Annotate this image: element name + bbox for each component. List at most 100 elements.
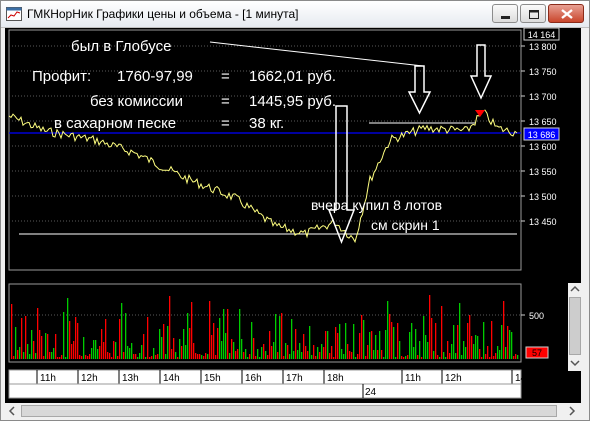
volume-bar	[25, 316, 27, 359]
volume-bar	[487, 346, 489, 359]
scroll-thumb[interactable]	[21, 405, 557, 417]
volume-bar	[359, 333, 361, 359]
volume-bar	[467, 323, 469, 359]
price-axis-label: 13 650	[529, 117, 557, 127]
volume-bar	[43, 356, 45, 359]
volume-panel-frame	[8, 283, 522, 363]
volume-bar	[141, 345, 143, 359]
volume-bar	[171, 349, 173, 359]
volume-bar	[481, 357, 483, 359]
maximize-icon	[529, 10, 539, 19]
volume-bar	[131, 343, 133, 359]
volume-bar	[491, 321, 493, 359]
chart-area[interactable]: 13 800 13 750 13 700 13 650 13 600 13 550 13 5…	[5, 27, 581, 403]
annotation-bought: вчера купил 8 лотов	[311, 197, 442, 213]
close-button[interactable]	[548, 4, 584, 23]
volume-bar	[163, 324, 165, 359]
volume-bar	[299, 343, 301, 359]
volume-bar	[367, 345, 369, 359]
volume-vertical-scrollbar[interactable]	[568, 283, 582, 371]
volume-bar	[273, 342, 275, 359]
volume-bar	[337, 333, 339, 359]
chart-canvas: 13 800 13 750 13 700 13 650 13 600 13 550 13 5…	[8, 27, 560, 399]
volume-bar	[267, 355, 269, 359]
equals-sign: =	[221, 68, 230, 85]
volume-bar	[197, 354, 199, 359]
volume-bar	[391, 322, 393, 359]
volume-bar	[327, 331, 329, 359]
annotation-screenshot-ref: см скрин 1	[371, 217, 440, 233]
volume-bar	[175, 352, 177, 359]
scroll-down-icon[interactable]	[568, 357, 582, 369]
price-axis-label: 13 700	[529, 92, 557, 102]
volume-bar	[435, 323, 437, 359]
scroll-right-icon[interactable]	[565, 404, 579, 418]
volume-bar	[149, 357, 151, 359]
profit-value: 1662,01 руб.	[249, 68, 336, 85]
volume-bar	[355, 357, 357, 359]
volume-bar	[397, 323, 399, 359]
volume-bar	[511, 332, 513, 359]
maximize-button[interactable]	[520, 4, 546, 23]
volume-bar	[167, 326, 169, 359]
volume-bar	[449, 353, 451, 359]
volume-bar	[65, 357, 67, 359]
window-title: ГМКНорНик Графики цены и объема - [1 мин…	[27, 7, 299, 21]
volume-bar	[91, 348, 93, 359]
volume-bar	[101, 329, 103, 359]
sugar-label: в сахарном песке	[54, 115, 176, 132]
volume-bar	[47, 334, 49, 359]
title-bar[interactable]: ГМКНорНик Графики цены и объема - [1 мин…	[1, 1, 589, 28]
minimize-button[interactable]	[492, 4, 518, 23]
volume-bar	[309, 326, 311, 359]
volume-bar	[445, 357, 447, 359]
volume-bar	[287, 345, 289, 359]
volume-bar	[177, 357, 179, 359]
price-axis-label: 13 750	[529, 67, 557, 77]
volume-bar	[55, 334, 57, 359]
volume-bar	[289, 354, 291, 359]
price-axis-label: 13 450	[529, 217, 557, 227]
volume-bar	[223, 309, 225, 359]
volume-bar	[187, 313, 189, 359]
day-label: 24	[365, 387, 377, 398]
volume-bar	[239, 309, 241, 359]
volume-bar	[93, 340, 95, 359]
volume-bar	[49, 352, 51, 359]
time-axis-label: 13h	[122, 373, 139, 384]
volume-bar	[275, 314, 277, 359]
volume-bar	[97, 349, 99, 359]
last-price-label: 13 686	[528, 130, 556, 140]
volume-bar	[257, 349, 259, 359]
volume-bar	[321, 344, 323, 359]
volume-bar	[165, 354, 167, 359]
volume-bar	[461, 355, 463, 359]
volume-bar	[357, 354, 359, 359]
scroll-up-icon[interactable]	[568, 283, 582, 295]
volume-bar	[73, 341, 75, 359]
scroll-thumb[interactable]	[569, 297, 581, 355]
volume-bar	[363, 320, 365, 359]
scroll-left-icon[interactable]	[5, 404, 19, 418]
volume-bar	[133, 354, 135, 359]
volume-bar	[351, 352, 353, 359]
volume-bar	[77, 323, 79, 359]
volume-bar	[71, 344, 73, 359]
volume-bar	[39, 330, 41, 359]
volume-bar	[235, 351, 237, 359]
volume-bar	[85, 355, 87, 359]
volume-bar	[325, 331, 327, 359]
volume-bar	[217, 328, 219, 359]
volume-bar	[103, 342, 105, 359]
volume-bar	[29, 354, 31, 359]
horizontal-scrollbar[interactable]	[5, 404, 581, 418]
volume-bar	[41, 336, 43, 359]
volume-bar	[375, 335, 377, 359]
volume-bar	[429, 295, 431, 359]
volume-bar	[411, 323, 413, 359]
volume-bar	[251, 322, 253, 359]
volume-bar	[347, 344, 349, 359]
volume-bar	[425, 335, 427, 359]
volume-bar	[295, 329, 297, 359]
volume-bar	[75, 317, 77, 359]
